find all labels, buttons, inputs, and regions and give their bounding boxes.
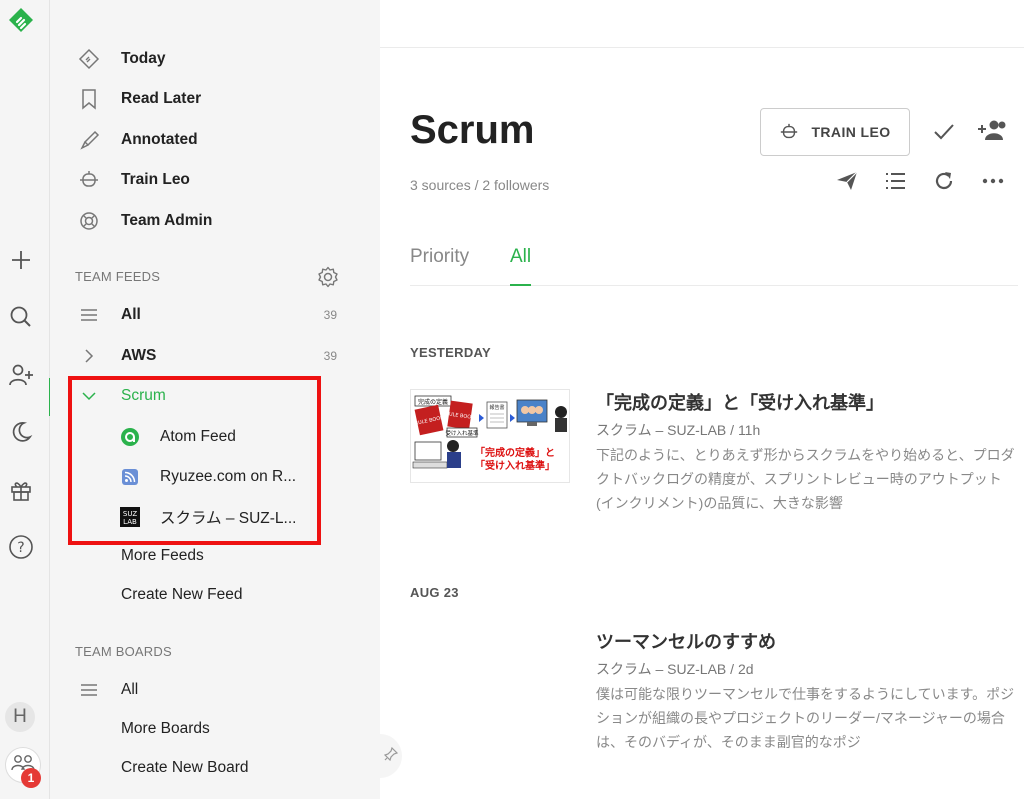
team-feeds-title: TEAM FEEDS bbox=[75, 269, 161, 284]
avatar[interactable]: H bbox=[5, 702, 35, 732]
article-title[interactable]: 「完成の定義」と「受け入れ基準」 bbox=[596, 389, 884, 415]
tab-priority[interactable]: Priority bbox=[410, 246, 469, 286]
day-header: AUG 23 bbox=[410, 585, 459, 600]
atom-feed-icon bbox=[120, 427, 140, 447]
sidebar-item-label: Scrum bbox=[121, 387, 166, 404]
badge-count: 1 bbox=[27, 771, 35, 785]
sidebar-item-label: Annotated bbox=[121, 131, 198, 148]
sidebar-item-team-admin[interactable]: Team Admin bbox=[50, 203, 380, 239]
sidebar-item-annotated[interactable]: Annotated bbox=[50, 122, 380, 158]
sidebar-item-label: All bbox=[121, 681, 139, 698]
feedly-logo-icon[interactable] bbox=[7, 6, 35, 34]
search-icon[interactable] bbox=[7, 303, 35, 331]
svg-text:?: ? bbox=[17, 540, 24, 556]
tab-bar: Priority All bbox=[410, 246, 1018, 286]
create-feed-label: Create New Feed bbox=[121, 586, 243, 603]
share-icon[interactable] bbox=[832, 166, 862, 196]
sidebar-item-label: Train Leo bbox=[121, 171, 190, 188]
feed-source-label: Ryuzee.com on R... bbox=[160, 468, 297, 485]
article-summary: 下記のように、とりあえず形からスクラムをやり始めると、プロダクトバックログの精度… bbox=[596, 447, 1015, 511]
lifebuoy-icon bbox=[77, 209, 101, 233]
refresh-icon[interactable] bbox=[929, 166, 959, 196]
thumb-tag-top: 完成の定義 bbox=[418, 398, 448, 406]
feed-source-atom[interactable]: Atom Feed bbox=[120, 420, 236, 454]
svg-text:SUZ: SUZ bbox=[123, 510, 137, 518]
gear-icon[interactable] bbox=[316, 265, 340, 289]
bookmark-icon bbox=[77, 87, 101, 111]
unread-count: 39 bbox=[323, 308, 337, 322]
help-icon[interactable]: ? bbox=[7, 533, 35, 561]
sidebar-item-all-boards[interactable]: All bbox=[50, 672, 380, 708]
highlighter-icon bbox=[77, 128, 101, 152]
sidebar-item-label: Read Later bbox=[121, 90, 202, 107]
article-thumbnail: 完成の定義 RULE BOOK RULE BOOK 受け入れ基準 報告書 「完成… bbox=[410, 389, 570, 483]
sidebar-item-label: Today bbox=[121, 50, 166, 67]
leo-icon bbox=[77, 168, 101, 192]
rss-icon bbox=[120, 467, 140, 487]
article-title[interactable]: ツーマンセルのすすめ bbox=[596, 628, 776, 654]
train-leo-button[interactable]: TRAIN LEO bbox=[760, 108, 910, 156]
create-feed-link[interactable]: Create New Feed bbox=[50, 577, 380, 613]
create-board-label: Create New Board bbox=[121, 759, 249, 776]
thumb-tag-bottom: 受け入れ基準 bbox=[445, 429, 479, 437]
sidebar-item-aws[interactable]: AWS 39 bbox=[50, 338, 380, 374]
sidebar-item-train-leo[interactable]: Train Leo bbox=[50, 162, 380, 198]
mark-read-icon[interactable] bbox=[929, 117, 959, 147]
sidebar-item-label: Team Admin bbox=[121, 212, 213, 229]
team-boards-title: TEAM BOARDS bbox=[75, 644, 172, 659]
suz-lab-icon: SUZ LAB bbox=[120, 507, 140, 527]
header-divider bbox=[380, 47, 1024, 48]
more-boards-label: More Boards bbox=[121, 720, 210, 737]
sidebar-item-all-feeds[interactable]: All 39 bbox=[50, 297, 380, 333]
add-person-icon[interactable] bbox=[7, 361, 35, 389]
gift-icon[interactable] bbox=[7, 476, 35, 504]
tab-all[interactable]: All bbox=[510, 246, 532, 286]
day-header: YESTERDAY bbox=[410, 345, 491, 360]
list-icon bbox=[77, 678, 101, 702]
unread-count: 39 bbox=[323, 349, 337, 363]
train-leo-label: TRAIN LEO bbox=[811, 124, 891, 140]
sidebar-item-read-later[interactable]: Read Later bbox=[50, 81, 380, 117]
sidebar-item-label: All bbox=[121, 306, 141, 323]
main-content: Scrum 3 sources / 2 followers TRAIN LEO … bbox=[380, 0, 1024, 799]
article-meta: スクラム – SUZ-LAB / 2d bbox=[596, 661, 754, 677]
article-summary: 僕は可能な限りツーマンセルで仕事をするようにしています。ポジションが組織の長やプ… bbox=[596, 686, 1015, 750]
sidebar-item-label: AWS bbox=[121, 347, 157, 364]
article-item[interactable]: 完成の定義 RULE BOOK RULE BOOK 受け入れ基準 報告書 「完成… bbox=[410, 389, 1020, 511]
svg-text:LAB: LAB bbox=[123, 518, 137, 526]
page-title: Scrum bbox=[410, 108, 535, 152]
more-options-icon[interactable] bbox=[978, 166, 1008, 196]
feed-source-label: Atom Feed bbox=[160, 428, 236, 445]
feed-source-suz-lab[interactable]: SUZ LAB スクラム – SUZ-L... bbox=[120, 500, 296, 534]
feed-stats: 3 sources / 2 followers bbox=[410, 177, 550, 193]
more-boards-link[interactable]: More Boards bbox=[50, 711, 380, 747]
list-icon bbox=[77, 303, 101, 327]
add-follower-icon[interactable] bbox=[975, 115, 1009, 145]
more-feeds-link[interactable]: More Feeds bbox=[50, 538, 380, 574]
plus-icon[interactable] bbox=[7, 246, 35, 274]
leo-icon bbox=[781, 123, 798, 139]
thumb-doc-label: 報告書 bbox=[489, 404, 504, 411]
article-meta: スクラム – SUZ-LAB / 11h bbox=[596, 422, 761, 438]
thumb-caption-2: 「受け入れ基準」 bbox=[475, 459, 555, 472]
list-view-icon[interactable] bbox=[880, 166, 910, 196]
today-icon bbox=[77, 47, 101, 71]
moon-icon[interactable] bbox=[7, 418, 35, 446]
more-feeds-label: More Feeds bbox=[121, 547, 204, 564]
create-board-link[interactable]: Create New Board bbox=[50, 750, 380, 786]
avatar-letter: H bbox=[13, 706, 27, 727]
chevron-right-icon[interactable] bbox=[77, 344, 101, 368]
article-item[interactable]: ツーマンセルのすすめ スクラム – SUZ-LAB / 2d 僕は可能な限りツー… bbox=[410, 628, 1020, 750]
notification-badge: 1 bbox=[21, 768, 41, 788]
sidebar: Today Read Later Annotated Train Leo Tea… bbox=[50, 0, 380, 799]
feed-source-label: スクラム – SUZ-L... bbox=[160, 510, 297, 527]
chevron-down-icon[interactable] bbox=[77, 384, 101, 408]
icon-rail: ? H 1 bbox=[0, 0, 50, 799]
sidebar-item-scrum[interactable]: Scrum bbox=[50, 378, 380, 414]
sidebar-item-today[interactable]: Today bbox=[50, 41, 380, 77]
thumb-caption-1: 「完成の定義」と bbox=[475, 446, 555, 459]
feed-source-ryuzee[interactable]: Ryuzee.com on R... bbox=[120, 460, 296, 494]
